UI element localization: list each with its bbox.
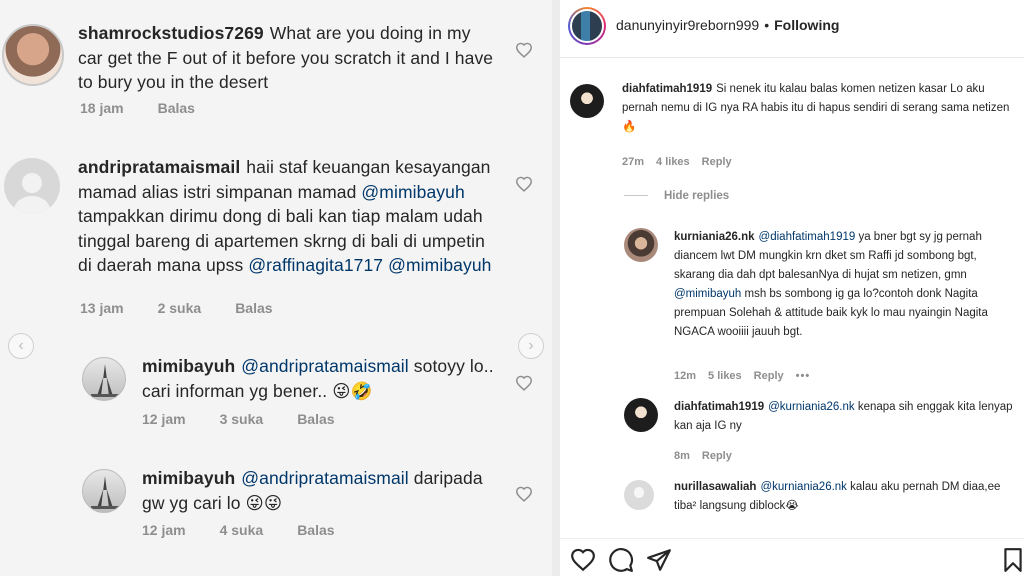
likes-count[interactable]: 4 likes (656, 156, 690, 168)
right-post-panel: danunyinyir9reborn999 • Following diahfati… (560, 0, 1024, 576)
eiffel-tower-icon (91, 476, 119, 509)
mention-link[interactable]: @kurniania26.nk (768, 401, 854, 413)
comment-text: mimibayuh @andripratamaismail daripada gw… (142, 466, 502, 515)
comment-username[interactable]: andripratamaismail (78, 157, 240, 177)
like-heart-icon[interactable] (515, 486, 533, 502)
header-user-line: danunyinyir9reborn999 • Following (616, 17, 839, 33)
reply-button[interactable]: Balas (158, 100, 195, 116)
like-heart-icon[interactable] (515, 176, 533, 192)
comment-meta: 12m 5 likes Reply ••• (674, 370, 822, 382)
comment-diahfatimah1919: diahfatimah1919 Si nenek itu kalau balas … (560, 70, 1024, 180)
header-avatar[interactable] (568, 7, 606, 45)
avatar[interactable] (82, 357, 126, 401)
reply-button[interactable]: Balas (235, 300, 272, 316)
avatar[interactable] (82, 469, 126, 513)
comment-text: mimibayuh @andripratamaismail sotoyy lo..… (142, 354, 502, 403)
avatar[interactable] (4, 158, 60, 214)
heart-icon[interactable] (570, 547, 596, 573)
likes-count[interactable]: 3 suka (220, 411, 264, 427)
comment-text: diahfatimah1919 @kurniania26.nk kenapa si… (674, 398, 1016, 436)
mention-link[interactable]: @kurniania26.nk (760, 481, 846, 493)
post-header: danunyinyir9reborn999 • Following (560, 0, 1024, 58)
mention-link[interactable]: @mimibayuh (388, 255, 491, 275)
like-heart-icon[interactable] (515, 375, 533, 391)
comment-time: 13 jam (80, 300, 124, 316)
comment-time: 12 jam (142, 411, 186, 427)
comment-username[interactable]: diahfatimah1919 (674, 401, 764, 413)
comment-meta: 12 jam 3 suka Balas (142, 411, 369, 427)
likes-count[interactable]: 4 suka (220, 522, 264, 538)
comment-username[interactable]: kurniania26.nk (674, 231, 755, 243)
comment-text: nurillasawaliah @kurniania26.nk kalau aku… (674, 478, 1016, 516)
comment-shamrockstudios: shamrockstudios7269 What are you doing in… (0, 0, 552, 130)
comment-username[interactable]: diahfatimah1919 (622, 83, 712, 95)
header-username[interactable]: danunyinyir9reborn999 (616, 17, 759, 33)
reply-diahfatimah1919: diahfatimah1919 @kurniania26.nk kenapa si… (560, 392, 1024, 472)
comment-icon[interactable] (608, 547, 634, 573)
comment-text: diahfatimah1919 Si nenek itu kalau balas … (622, 80, 1012, 137)
mention-link[interactable]: @andripratamaismail (241, 356, 409, 376)
reply-button[interactable]: Reply (754, 370, 784, 382)
comment-username[interactable]: shamrockstudios7269 (78, 23, 264, 43)
reply-mimibayuh-2: mimibayuh @andripratamaismail daripada gw… (0, 457, 552, 557)
separator-dot: • (764, 17, 770, 33)
comment-time: 8m (674, 450, 690, 462)
comment-username[interactable]: mimibayuh (142, 468, 235, 488)
mention-link[interactable]: @mimibayuh (674, 288, 741, 300)
comment-text: andripratamaismail haii staf keuangan kes… (78, 155, 498, 278)
left-comments-panel: shamrockstudios7269 What are you doing in… (0, 0, 552, 576)
avatar[interactable] (624, 228, 658, 262)
mention-link[interactable]: @raffinagita1717 (248, 255, 383, 275)
comment-text: shamrockstudios7269 What are you doing in… (78, 21, 498, 95)
post-action-bar (560, 538, 1024, 576)
share-icon[interactable] (646, 547, 672, 573)
panel-divider (552, 0, 560, 576)
reply-mimibayuh-1: mimibayuh @andripratamaismail sotoyy lo..… (0, 345, 552, 445)
reply-button[interactable]: Reply (702, 450, 732, 462)
like-heart-icon[interactable] (515, 42, 533, 58)
mention-link[interactable]: @andripratamaismail (241, 468, 409, 488)
comment-time: 27m (622, 156, 645, 168)
comment-time: 12m (674, 370, 697, 382)
mention-link[interactable]: @diahfatimah1919 (759, 231, 856, 243)
comment-time: 18 jam (80, 100, 124, 116)
following-button[interactable]: Following (774, 17, 839, 33)
reply-button[interactable]: Balas (297, 522, 334, 538)
comment-meta: 27m 4 likes Reply (622, 156, 744, 168)
comment-meta: 8m Reply (674, 450, 744, 462)
comment-andripratamaismail: andripratamaismail haii staf keuangan kes… (0, 140, 552, 330)
comment-username[interactable]: nurillasawaliah (674, 481, 756, 493)
comment-meta: 13 jam 2 suka Balas (80, 300, 307, 316)
reply-nurillasawaliah: nurillasawaliah @kurniania26.nk kalau aku… (560, 474, 1024, 536)
reply-kurniania26: kurniania26.nk @diahfatimah1919 ya bner b… (560, 222, 1024, 392)
comment-text: kurniania26.nk @diahfatimah1919 ya bner b… (674, 228, 1016, 342)
avatar[interactable] (570, 84, 604, 118)
mention-link[interactable]: @mimibayuh (361, 182, 464, 202)
avatar[interactable] (2, 24, 64, 86)
save-icon[interactable] (1000, 547, 1024, 573)
eiffel-tower-icon (91, 364, 119, 397)
reply-button[interactable]: Balas (297, 411, 334, 427)
comment-username[interactable]: mimibayuh (142, 356, 235, 376)
avatar[interactable] (624, 480, 654, 510)
reply-button[interactable]: Reply (702, 156, 732, 168)
comment-meta: 18 jam Balas (80, 100, 229, 116)
likes-count[interactable]: 5 likes (708, 370, 742, 382)
comment-meta: 12 jam 4 suka Balas (142, 522, 369, 538)
hide-replies-button[interactable]: Hide replies (624, 190, 729, 202)
more-options-icon[interactable]: ••• (796, 370, 811, 382)
likes-count[interactable]: 2 suka (158, 300, 202, 316)
avatar[interactable] (624, 398, 658, 432)
comment-time: 12 jam (142, 522, 186, 538)
